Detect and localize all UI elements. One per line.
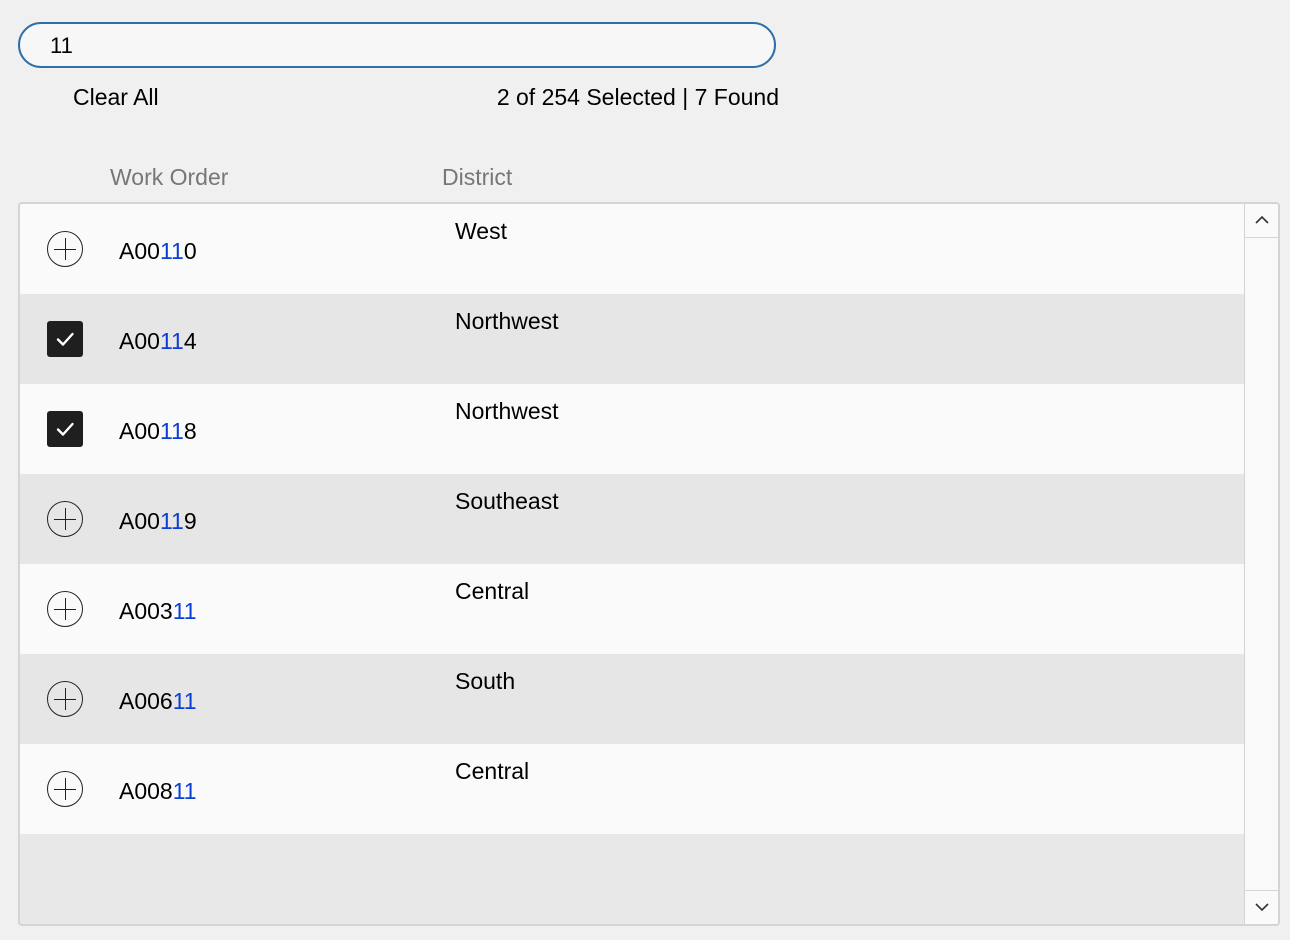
vertical-scrollbar[interactable]: [1244, 204, 1278, 924]
plus-circle-icon[interactable]: [47, 501, 83, 537]
checkbox-checked-icon[interactable]: [47, 411, 83, 447]
results-list: A00110 West A00114 Northwest A00118 Northwest…: [18, 202, 1280, 926]
work-order-suffix: 9: [183, 508, 197, 534]
work-order-id: A00114: [119, 328, 197, 355]
table-row[interactable]: A00118 Northwest: [20, 384, 1246, 474]
work-order-prefix: A00: [119, 328, 160, 354]
district-value: Central: [455, 758, 530, 784]
search-box[interactable]: [18, 22, 776, 68]
work-order-prefix: A006: [119, 688, 173, 714]
work-order-id: A00311: [119, 598, 197, 625]
plus-circle-icon[interactable]: [47, 681, 83, 717]
column-header-district[interactable]: District: [442, 164, 512, 191]
search-match-highlight: 11: [159, 328, 184, 354]
plus-circle-icon[interactable]: [47, 591, 83, 627]
column-header-work-order[interactable]: Work Order: [110, 164, 228, 191]
table-row[interactable]: A00119 Southeast: [20, 474, 1246, 564]
district-value: Southeast: [455, 488, 559, 514]
district-value: Central: [455, 578, 530, 604]
table-row[interactable]: A00811 Central: [20, 744, 1246, 834]
district-value: West: [455, 218, 507, 244]
table-row[interactable]: A00110 West: [20, 204, 1246, 294]
work-order-id: A00811: [119, 778, 197, 805]
search-match-highlight: 11: [159, 508, 184, 534]
work-order-prefix: A00: [119, 508, 160, 534]
clear-all-button[interactable]: Clear All: [73, 84, 159, 111]
results-rows: A00110 West A00114 Northwest A00118 Northwest…: [20, 204, 1246, 834]
work-order-prefix: A008: [119, 778, 173, 804]
work-order-prefix: A00: [119, 238, 160, 264]
selection-status: 2 of 254 Selected | 7 Found: [496, 84, 779, 110]
chevron-up-icon: [1255, 215, 1269, 224]
search-match-highlight: 11: [159, 238, 184, 264]
chevron-down-icon: [1255, 903, 1269, 912]
work-order-id: A00611: [119, 688, 197, 715]
district-value: South: [455, 668, 516, 694]
table-row[interactable]: A00311 Central: [20, 564, 1246, 654]
table-row[interactable]: A00114 Northwest: [20, 294, 1246, 384]
scroll-up-button[interactable]: [1245, 204, 1278, 238]
work-order-suffix: 4: [183, 328, 197, 354]
search-match-highlight: 11: [172, 598, 197, 624]
table-row[interactable]: A00611 South: [20, 654, 1246, 744]
work-order-prefix: A00: [119, 418, 160, 444]
plus-circle-icon[interactable]: [47, 231, 83, 267]
plus-circle-icon[interactable]: [47, 771, 83, 807]
search-match-highlight: 11: [172, 778, 197, 804]
checkbox-checked-icon[interactable]: [47, 321, 83, 357]
work-order-prefix: A003: [119, 598, 173, 624]
work-order-suffix: 8: [183, 418, 197, 444]
work-order-id: A00119: [119, 508, 197, 535]
work-order-suffix: 0: [183, 238, 197, 264]
district-value: Northwest: [455, 398, 559, 424]
search-input[interactable]: [50, 32, 750, 60]
work-order-id: A00118: [119, 418, 197, 445]
scroll-down-button[interactable]: [1245, 890, 1278, 924]
district-value: Northwest: [455, 308, 559, 334]
search-match-highlight: 11: [172, 688, 197, 714]
work-order-id: A00110: [119, 238, 197, 265]
search-match-highlight: 11: [159, 418, 184, 444]
